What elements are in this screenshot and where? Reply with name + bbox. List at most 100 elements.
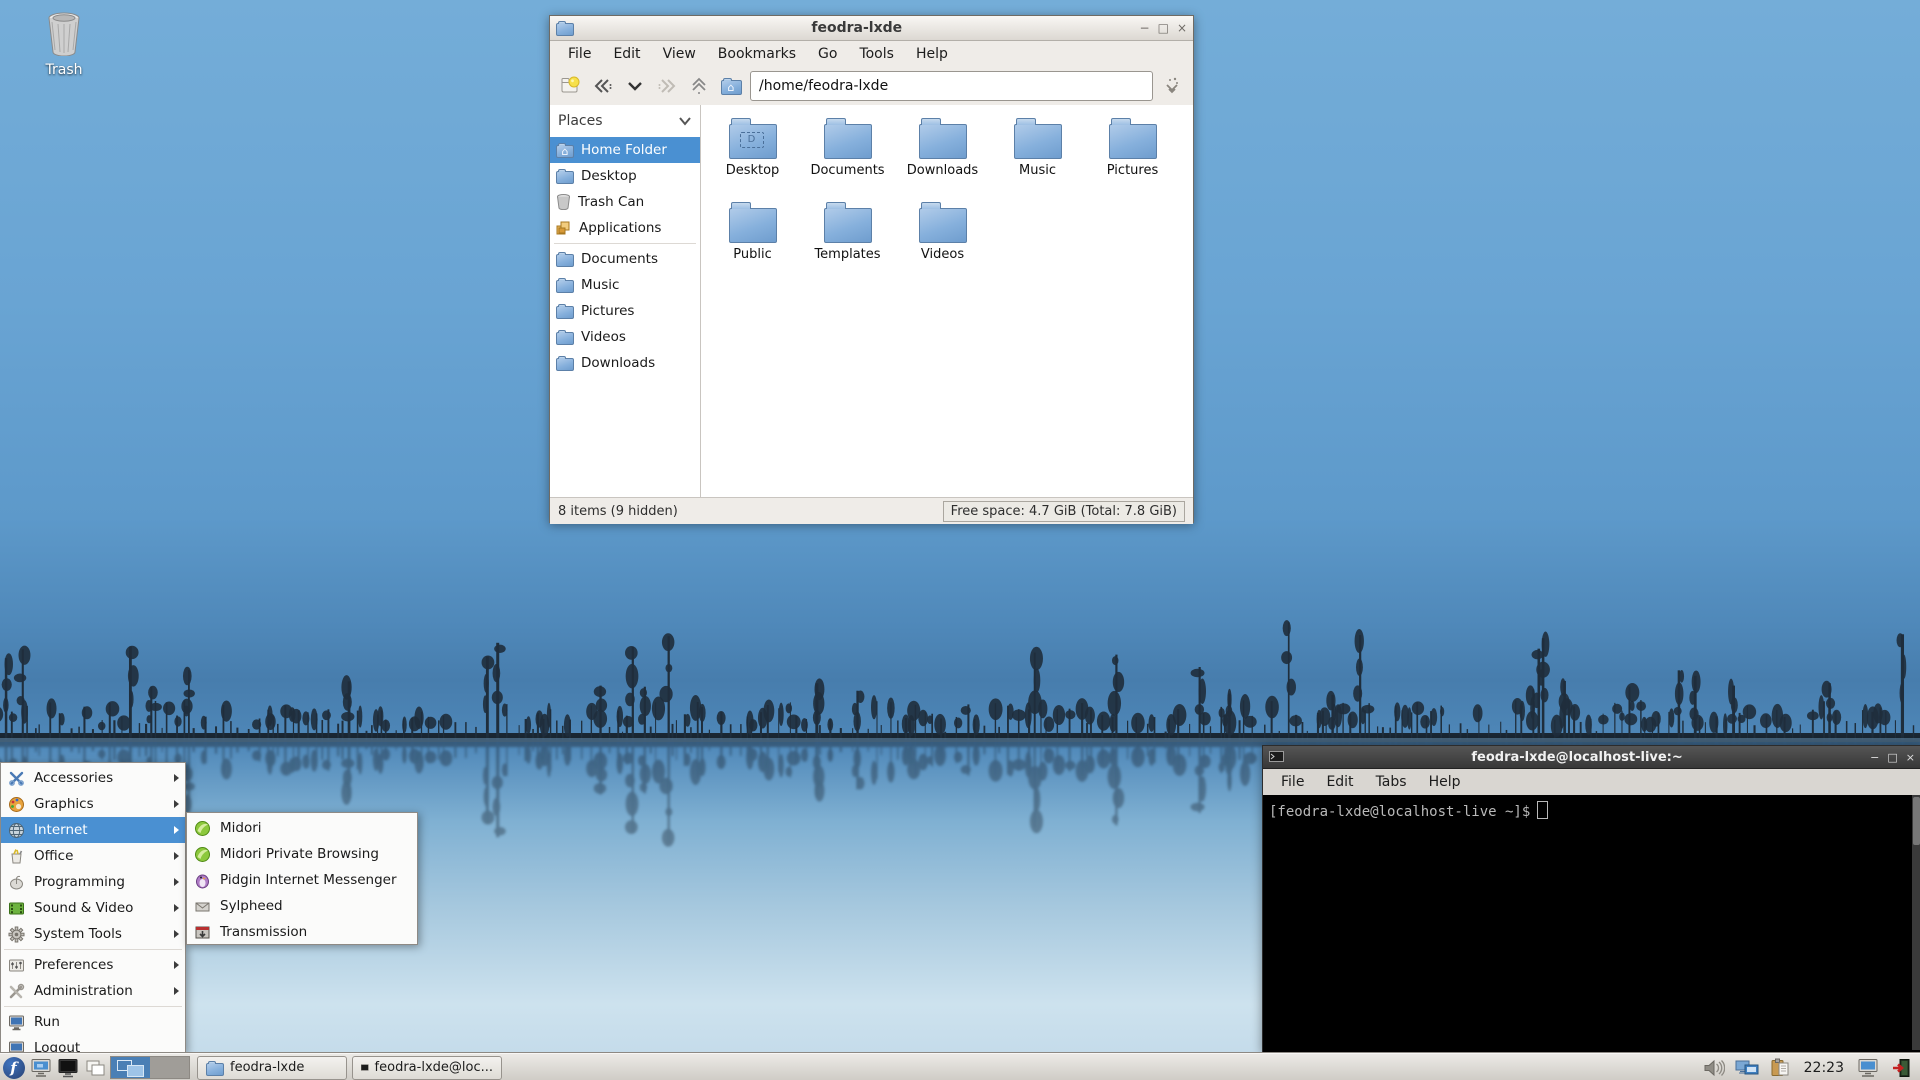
- menu-item-programming[interactable]: Programming: [1, 869, 185, 895]
- file-manager-menubar: File Edit View Bookmarks Go Tools Help: [550, 41, 1193, 67]
- folder-item-templates[interactable]: Templates: [800, 199, 895, 283]
- network-icon[interactable]: [1734, 1054, 1761, 1080]
- submenu-item-midori[interactable]: Midori: [187, 815, 417, 841]
- place-videos[interactable]: Videos: [550, 324, 700, 350]
- terminal-window: feodra-lxde@localhost-live:~ − □ × File …: [1262, 745, 1920, 1056]
- menu-item-system-tools[interactable]: System Tools: [1, 921, 185, 947]
- terminal-cursor: [1537, 801, 1549, 819]
- new-tab-button[interactable]: [558, 73, 584, 99]
- minimize-icon[interactable]: −: [1140, 22, 1150, 34]
- menu-tabs[interactable]: Tabs: [1366, 771, 1417, 793]
- menu-item-office[interactable]: Office: [1, 843, 185, 869]
- menu-item-administration[interactable]: Administration: [1, 978, 185, 1004]
- clock[interactable]: 22:23: [1804, 1060, 1844, 1076]
- folder-item-music[interactable]: Music: [990, 115, 1085, 199]
- folder-item-documents[interactable]: Documents: [800, 115, 895, 199]
- menu-item-internet[interactable]: Internet: [1, 817, 185, 843]
- menu-tools[interactable]: Tools: [849, 43, 904, 65]
- place-pictures[interactable]: Pictures: [550, 298, 700, 324]
- task-button-terminal[interactable]: feodra-lxde@loc...: [352, 1055, 502, 1080]
- place-music[interactable]: Music: [550, 272, 700, 298]
- items-count: 8 items (9 hidden): [558, 503, 678, 519]
- menu-item-label: System Tools: [34, 926, 122, 942]
- pager-desktop-2[interactable]: [150, 1057, 189, 1078]
- menu-separator: [4, 1006, 182, 1007]
- submenu-item-label: Midori: [220, 820, 262, 836]
- volume-icon[interactable]: [1701, 1054, 1728, 1080]
- trash-desktop-icon[interactable]: Trash: [30, 12, 98, 78]
- menu-item-accessories[interactable]: Accessories: [1, 765, 185, 791]
- history-dropdown-button[interactable]: [622, 73, 648, 99]
- start-menu-button[interactable]: f: [0, 1054, 27, 1080]
- menu-file[interactable]: File: [558, 43, 601, 65]
- back-button[interactable]: [590, 73, 616, 99]
- menu-item-run[interactable]: Run: [1, 1009, 185, 1035]
- address-bar[interactable]: [750, 71, 1153, 101]
- task-label: feodra-lxde: [230, 1060, 305, 1075]
- submenu-item-midori-private[interactable]: Midori Private Browsing: [187, 841, 417, 867]
- terminal-output[interactable]: [feodra-lxde@localhost-live ~]$: [1263, 795, 1920, 1056]
- menu-item-sound-video[interactable]: Sound & Video: [1, 895, 185, 921]
- maximize-icon[interactable]: □: [1158, 22, 1169, 34]
- minimize-icon[interactable]: −: [1870, 752, 1879, 763]
- menu-edit[interactable]: Edit: [1316, 771, 1363, 793]
- maximize-icon[interactable]: □: [1887, 752, 1897, 763]
- place-downloads[interactable]: Downloads: [550, 350, 700, 376]
- folder-label: Desktop: [725, 163, 780, 178]
- submenu-item-transmission[interactable]: Transmission: [187, 919, 417, 945]
- go-jump-button[interactable]: [1159, 73, 1185, 99]
- display-settings-icon[interactable]: [1854, 1054, 1881, 1080]
- run-icon: [7, 1013, 26, 1032]
- minimize-all-icon[interactable]: [81, 1054, 108, 1080]
- task-button-filemanager[interactable]: feodra-lxde: [197, 1055, 347, 1080]
- launcher-filemanager-icon[interactable]: [27, 1054, 54, 1080]
- folder-label: Documents: [810, 163, 885, 178]
- folder-label: Templates: [814, 247, 881, 262]
- place-label: Documents: [581, 251, 658, 267]
- pager-desktop-1[interactable]: [111, 1057, 150, 1078]
- folder-item-desktop[interactable]: D Desktop: [705, 115, 800, 199]
- place-documents[interactable]: Documents: [550, 246, 700, 272]
- submenu-item-pidgin[interactable]: Pidgin Internet Messenger: [187, 867, 417, 893]
- menu-item-preferences[interactable]: Preferences: [1, 952, 185, 978]
- place-trash-can[interactable]: Trash Can: [550, 189, 700, 215]
- trash-label: Trash: [45, 62, 83, 78]
- folder-item-downloads[interactable]: Downloads: [895, 115, 990, 199]
- menu-go[interactable]: Go: [808, 43, 847, 65]
- places-separator: [554, 243, 696, 244]
- folder-item-public[interactable]: Public: [705, 199, 800, 283]
- logout-tray-icon[interactable]: [1887, 1054, 1914, 1080]
- terminal-icon: [361, 1064, 369, 1071]
- desktop-pager[interactable]: [110, 1056, 190, 1079]
- clipboard-icon[interactable]: [1767, 1054, 1794, 1080]
- close-icon[interactable]: ×: [1177, 22, 1187, 34]
- folder-item-videos[interactable]: Videos: [895, 199, 990, 283]
- folder-item-pictures[interactable]: Pictures: [1085, 115, 1180, 199]
- forward-button[interactable]: [654, 73, 680, 99]
- submenu-item-sylpheed[interactable]: Sylpheed: [187, 893, 417, 919]
- menu-help[interactable]: Help: [1419, 771, 1471, 793]
- scrollbar-thumb[interactable]: [1913, 797, 1920, 845]
- place-home-folder[interactable]: ⌂ Home Folder: [550, 137, 700, 163]
- folder-icon: [556, 278, 574, 293]
- place-label: Desktop: [581, 168, 637, 184]
- terminal-titlebar[interactable]: feodra-lxde@localhost-live:~ − □ ×: [1263, 746, 1920, 769]
- menu-item-label: Internet: [34, 822, 88, 838]
- places-header: Places: [558, 113, 603, 129]
- close-icon[interactable]: ×: [1906, 752, 1915, 763]
- accessories-icon: [7, 769, 26, 788]
- menu-help[interactable]: Help: [906, 43, 958, 65]
- up-button[interactable]: [686, 73, 712, 99]
- menu-view[interactable]: View: [653, 43, 706, 65]
- menu-item-graphics[interactable]: Graphics: [1, 791, 185, 817]
- place-applications[interactable]: Applications: [550, 215, 700, 241]
- home-button[interactable]: ⌂: [718, 73, 744, 99]
- terminal-scrollbar[interactable]: [1912, 795, 1920, 1050]
- file-manager-titlebar[interactable]: feodra-lxde − □ ×: [550, 16, 1193, 41]
- menu-bookmarks[interactable]: Bookmarks: [708, 43, 806, 65]
- menu-file[interactable]: File: [1271, 771, 1314, 793]
- place-desktop[interactable]: Desktop: [550, 163, 700, 189]
- collapse-chevron-icon[interactable]: [678, 116, 692, 126]
- launcher-terminal-icon[interactable]: [54, 1054, 81, 1080]
- menu-edit[interactable]: Edit: [603, 43, 650, 65]
